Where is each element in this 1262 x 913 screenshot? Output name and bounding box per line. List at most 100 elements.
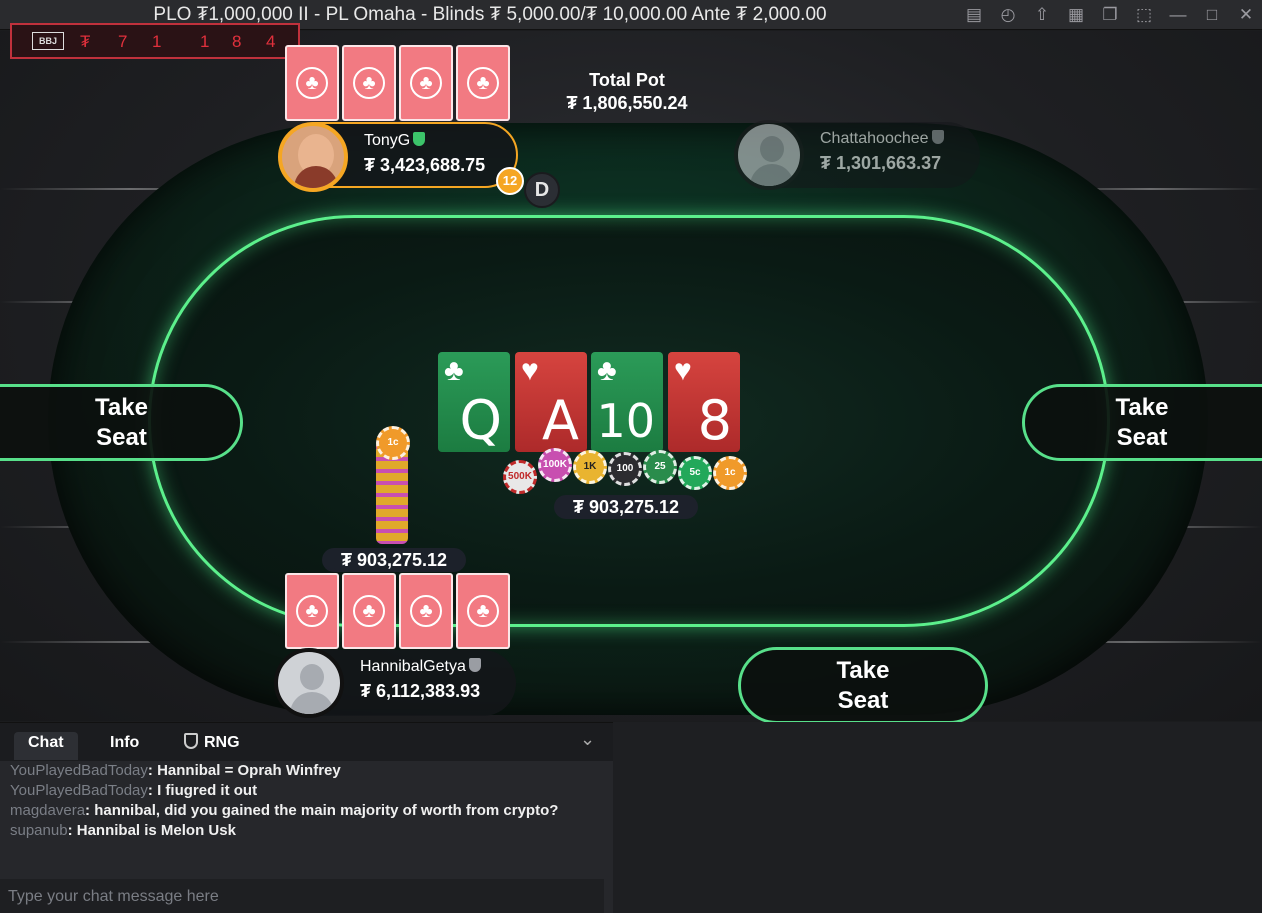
player-seat-hannibalgetya[interactable]: HannibalGetya ₮ 6,112,383.93 [274, 648, 516, 718]
chip-5c: 5c [678, 456, 712, 490]
resize-icon[interactable]: ⬚ [1132, 3, 1156, 27]
club-icon [296, 595, 328, 627]
close-icon[interactable]: ✕ [1234, 3, 1258, 27]
chip-25: 25 [643, 450, 677, 484]
take-seat-button-right[interactable]: Take Seat [1022, 384, 1262, 461]
grid-icon[interactable]: ▦ [1064, 3, 1088, 27]
tab-chat[interactable]: Chat [14, 732, 78, 760]
avatar-head [760, 136, 784, 162]
board-card: ♣ 10 [591, 352, 663, 452]
take-seat-button-left[interactable]: Take Seat [0, 384, 243, 461]
club-icon [353, 67, 385, 99]
turn-timer: 12 [496, 167, 524, 195]
bbj-badge: BBJ [32, 32, 64, 50]
take-seat-label: Take Seat [1115, 393, 1169, 451]
avatar [734, 120, 804, 190]
chip-100k: 100K [538, 448, 572, 482]
heart-icon: ♥ [521, 354, 539, 387]
hole-card-back [342, 45, 396, 121]
chip-1c: 1c [713, 456, 747, 490]
total-pot-label: Total Pot [589, 70, 665, 90]
hole-card-back [342, 573, 396, 649]
chip-500k: 500K [503, 460, 537, 494]
chat-message: YouPlayedBadToday: Hannibal = Oprah Winf… [10, 762, 341, 779]
verified-shield-icon [413, 132, 426, 146]
shield-check-icon [184, 733, 198, 749]
card-rank: 10 [596, 394, 655, 448]
player-stack: ₮ 6,112,383.93 [360, 681, 481, 701]
club-icon [353, 595, 385, 627]
chat-tabs: Chat Info RNG ⌄ [0, 723, 613, 761]
shield-icon [931, 130, 944, 144]
board-card: ♥ 8 [668, 352, 740, 452]
minimize-icon[interactable]: — [1166, 3, 1190, 27]
club-icon [410, 67, 442, 99]
shield-icon [468, 658, 481, 672]
avatar [278, 122, 348, 192]
main-pot: ₮ 903,275.12 [554, 495, 698, 519]
dealer-button: D [524, 172, 560, 208]
tab-rng[interactable]: RNG [170, 732, 254, 760]
hole-card-back [456, 573, 510, 649]
hole-card-back [456, 45, 510, 121]
board-card: ♥ A [515, 352, 587, 452]
card-rank: 8 [697, 389, 732, 452]
avatar-body [290, 692, 334, 714]
tab-rng-label: RNG [204, 734, 240, 751]
hole-card-back [285, 573, 339, 649]
history-value: 1 [152, 32, 162, 51]
hole-card-back [399, 45, 453, 121]
player-seat-tonyg[interactable]: TonyG ₮ 3,423,688.75 [278, 122, 518, 192]
window-controls: ▤ ◴ ⇧ ▦ ❐ ⬚ — □ ✕ [962, 3, 1258, 27]
share-icon[interactable]: ⇧ [1030, 3, 1054, 27]
avatar-head [300, 664, 324, 690]
avatar-body [750, 164, 794, 186]
notes-icon[interactable]: ▤ [962, 3, 986, 27]
hole-card-back [285, 45, 339, 121]
tab-info[interactable]: Info [96, 732, 153, 760]
club-icon [410, 595, 442, 627]
chip-100: 100 [608, 452, 642, 486]
club-icon [296, 67, 328, 99]
club-icon [467, 67, 499, 99]
board-card: ♣ Q [438, 352, 510, 452]
hole-card-back [399, 573, 453, 649]
history-icon[interactable]: ◴ [996, 3, 1020, 27]
history-value: 7 [118, 32, 128, 51]
card-rank: Q [459, 389, 502, 452]
club-icon: ♣ [444, 354, 464, 387]
club-icon: ♣ [597, 354, 617, 387]
total-pot-value: ₮ 1,806,550.24 [566, 93, 688, 113]
player-seat-chattahoochee[interactable]: Chattahoochee ₮ 1,301,663.37 [734, 120, 980, 190]
player-name: Chattahoochee [820, 130, 944, 148]
take-seat-label: Take Seat [836, 656, 890, 714]
chat-message: YouPlayedBadToday: I fiugred it out [10, 782, 258, 799]
player-stack: ₮ 3,423,688.75 [364, 155, 486, 175]
take-seat-button-bottom[interactable]: Take Seat [738, 647, 988, 724]
chat-panel: Chat Info RNG ⌄ YouPlayedBadToday: Hanni… [0, 722, 613, 913]
history-value: ₮ [80, 32, 91, 51]
chat-input[interactable] [0, 879, 604, 913]
take-seat-label: Take Seat [95, 393, 148, 451]
chevron-down-icon[interactable]: ⌄ [580, 729, 595, 750]
player-bet: ₮ 903,275.12 [322, 548, 466, 572]
history-value: 8 [232, 32, 242, 51]
player-stack: ₮ 1,301,663.37 [820, 153, 942, 173]
history-value: 1 [200, 32, 210, 51]
heart-icon: ♥ [674, 354, 692, 387]
right-panel [613, 722, 1262, 913]
maximize-icon[interactable]: □ [1200, 3, 1224, 27]
hand-history-strip[interactable]: BBJ ₮ 7 1 1 8 4 [10, 23, 300, 59]
chat-messages: YouPlayedBadToday: Hannibal = Oprah Winf… [10, 761, 600, 841]
history-value: 4 [266, 32, 276, 51]
card-rank: A [542, 389, 579, 452]
layers-icon[interactable]: ❐ [1098, 3, 1122, 27]
chip-1c: 1c [376, 426, 410, 460]
player-name: HannibalGetya [360, 658, 481, 676]
chip-1k: 1K [573, 450, 607, 484]
player-name: TonyG [364, 132, 426, 150]
chat-message: magdavera: hannibal, did you gained the … [10, 802, 559, 819]
club-icon [467, 595, 499, 627]
avatar [274, 648, 344, 718]
chat-message: supanub: Hannibal is Melon Usk [10, 822, 236, 839]
